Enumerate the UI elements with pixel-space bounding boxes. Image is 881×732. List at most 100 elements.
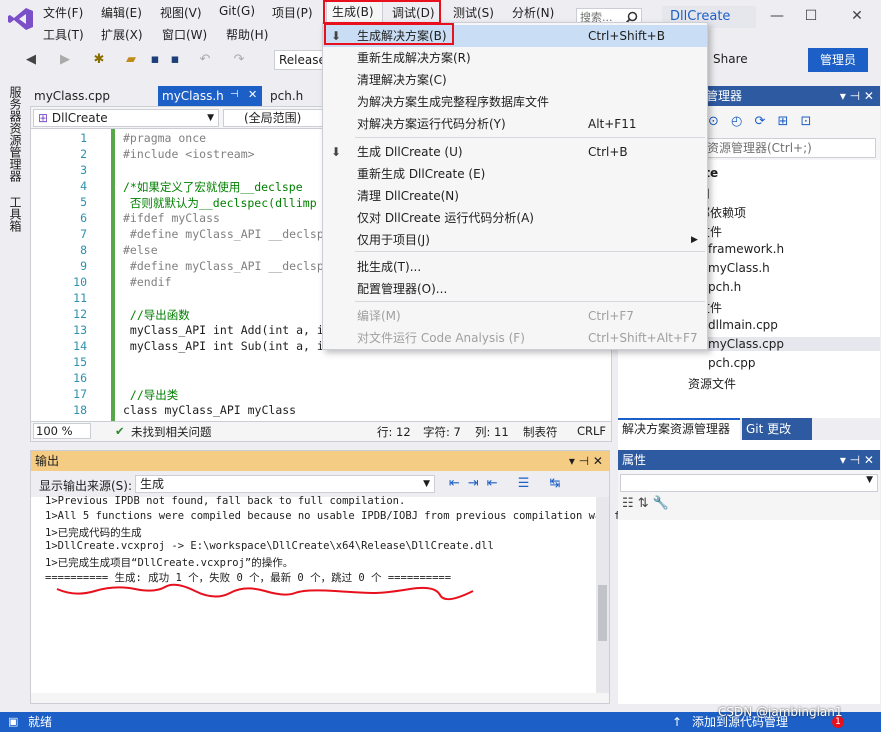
output-line: 1>已完成代码的生成 — [45, 527, 142, 539]
tree-item[interactable]: pch.h — [708, 280, 741, 294]
new-item-icon[interactable]: ✱ — [90, 51, 108, 69]
properties-panel: 属性 ▾ ⊣ ✕ ▼ ☷ ⇅ 🔧 — [618, 450, 880, 704]
pin-icon[interactable]: ⊣ — [230, 89, 239, 100]
tree-item[interactable]: pch.cpp — [708, 356, 755, 370]
code-line: #define myClass_API __declspe — [123, 259, 331, 273]
build-menu-item[interactable]: 清理 DllCreate(N) — [323, 185, 707, 207]
visual-studio-logo-icon — [8, 8, 33, 30]
redo-icon[interactable]: ↷ — [230, 51, 248, 69]
scope-nav-label: (全局范围) — [244, 111, 302, 125]
menu-git[interactable]: Git(G) — [219, 4, 255, 18]
close-icon[interactable]: ✕ — [847, 8, 867, 26]
menu-project[interactable]: 项目(P) — [272, 4, 313, 21]
menu-item-label: 为解决方案生成完整程序数据库文件 — [357, 95, 550, 109]
menu-item-shortcut: Alt+F11 — [588, 117, 637, 131]
output-line: ========== 生成: 成功 1 个，失败 0 个，最新 0 个，跳过 0… — [45, 572, 452, 584]
open-folder-icon[interactable]: ▰ — [122, 51, 140, 69]
menu-item-label: 对文件运行 Code Analysis (F) — [357, 331, 525, 345]
tab-solution-explorer[interactable]: 解决方案资源管理器 — [618, 418, 740, 440]
output-line: 1>All 5 functions were compiled because … — [45, 510, 627, 522]
build-menu-item[interactable]: 仅对 DllCreate 运行代码分析(A) — [323, 207, 707, 229]
menu-window[interactable]: 窗口(W) — [162, 26, 207, 43]
tree-item[interactable]: framework.h — [708, 242, 784, 256]
tree-item[interactable]: dllmain.cpp — [708, 318, 778, 332]
code-line: /*如果定义了宏就使用__declspe — [123, 180, 303, 194]
check-icon: ✔ — [115, 424, 125, 438]
build-menu-item[interactable]: 为解决方案生成完整程序数据库文件 — [323, 91, 707, 113]
build-menu-item[interactable]: 配置管理器(O)... — [323, 278, 707, 300]
maximize-icon[interactable]: ☐ — [801, 8, 821, 26]
scope-nav-combo[interactable]: (全局范围) — [223, 109, 327, 127]
solution-config-combo[interactable]: Release — [274, 50, 326, 70]
panel-close-icon[interactable]: ▾ ⊣ ✕ — [840, 86, 874, 106]
output-scrollbar[interactable] — [596, 497, 609, 693]
watermark: CSDN @jambinglan1 — [718, 705, 843, 719]
tabs-indicator[interactable]: 制表符 — [523, 424, 558, 440]
properties-close-icon[interactable]: ▾ ⊣ ✕ — [840, 450, 874, 470]
build-menu-item[interactable]: 编译(M) Ctrl+F7 — [323, 305, 707, 327]
column-indicator: 列: 11 — [475, 425, 509, 439]
tab-myclass-h[interactable]: myClass.h — [158, 86, 262, 106]
line-number: 8 — [80, 243, 87, 257]
menu-edit[interactable]: 编辑(E) — [101, 4, 142, 21]
line-number: 15 — [73, 355, 87, 369]
arrow-up-icon: ↑ — [672, 715, 683, 729]
server-explorer-tab[interactable]: 服务器资源管理器 — [7, 86, 24, 182]
build-menu-item[interactable]: 重新生成解决方案(R) — [323, 47, 707, 69]
menu-file[interactable]: 文件(F) — [43, 4, 83, 21]
save-all-icon[interactable]: ▪ — [166, 51, 184, 69]
properties-object-select[interactable]: ▼ — [620, 474, 878, 492]
code-line: //导出函数 — [123, 308, 190, 322]
tab-pch-h[interactable]: pch.h — [266, 86, 330, 106]
output-source-select[interactable]: 生成 ▼ — [135, 475, 435, 493]
menu-help[interactable]: 帮助(H) — [226, 26, 268, 43]
output-text-area[interactable]: 1>Previous IPDB not found, fall back to … — [31, 495, 627, 693]
undo-icon[interactable]: ↶ — [196, 51, 214, 69]
build-menu-item[interactable]: ⬇ 生成 DllCreate (U) Ctrl+B — [323, 141, 707, 163]
solution-search-input[interactable]: 资源管理器(Ctrl+;) — [704, 138, 876, 158]
output-close-icon[interactable]: ▾ ⊣ ✕ — [569, 451, 603, 471]
eol-indicator[interactable]: CRLF — [577, 424, 606, 438]
menu-test[interactable]: 测试(S) — [453, 4, 494, 21]
minimize-icon[interactable]: — — [767, 8, 787, 26]
properties-grid — [618, 520, 880, 704]
properties-title: 属性 ▾ ⊣ ✕ — [618, 450, 880, 470]
code-line: myClass_API int Add(int a, in — [123, 323, 331, 337]
char-indicator: 字符: 7 — [423, 425, 461, 439]
tab-git-changes[interactable]: Git 更改 — [742, 418, 812, 440]
notification-badge[interactable]: 1 — [832, 716, 844, 728]
forward-icon[interactable]: ▶ — [56, 51, 74, 69]
back-icon[interactable]: ◀ — [22, 51, 40, 69]
line-number: 2 — [80, 147, 87, 161]
build-menu-item[interactable]: 批生成(T)... — [323, 256, 707, 278]
zoom-combo[interactable]: 100 % — [33, 423, 91, 439]
tree-item[interactable]: myClass.h — [708, 261, 770, 275]
properties-toolbar[interactable]: ☷ ⇅ 🔧 — [622, 496, 669, 511]
build-menu-item[interactable]: 重新生成 DllCreate (E) — [323, 163, 707, 185]
menu-item-label: 编译(M) — [357, 309, 401, 323]
output-toolbar-icons[interactable]: ⇤⇥⇤ ☰ ↹ — [449, 476, 569, 491]
menu-tools[interactable]: 工具(T) — [43, 26, 84, 43]
output-panel: 输出 ▾ ⊣ ✕ 显示输出来源(S): 生成 ▼ ⇤⇥⇤ ☰ ↹ 1>Previ… — [30, 450, 627, 704]
build-menu-item[interactable]: 对解决方案运行代码分析(Y) Alt+F11 — [323, 113, 707, 135]
tab-myclass-cpp[interactable]: myClass.cpp — [30, 86, 152, 106]
menu-item-shortcut: Ctrl+B — [588, 145, 628, 159]
code-line: #pragma once — [123, 131, 207, 145]
save-icon[interactable]: ▪ — [146, 51, 164, 69]
menu-extensions[interactable]: 扩展(X) — [101, 26, 143, 43]
menu-view[interactable]: 视图(V) — [160, 4, 202, 21]
share-button[interactable]: Share — [713, 52, 748, 66]
build-menu-item[interactable]: 仅用于项目(J) ▶ — [323, 229, 707, 251]
admin-badge: 管理员 — [808, 48, 868, 72]
tree-item[interactable]: myClass.cpp — [708, 337, 880, 351]
close-tab-icon[interactable]: ✕ — [248, 88, 257, 101]
build-menu-item[interactable]: 清理解决方案(C) — [323, 69, 707, 91]
issues-text[interactable]: 未找到相关问题 — [131, 424, 212, 440]
menu-analyze[interactable]: 分析(N) — [512, 4, 554, 21]
toolbox-tab[interactable]: 工具箱 — [7, 196, 24, 232]
build-menu-item[interactable]: 对文件运行 Code Analysis (F) Ctrl+Shift+Alt+F7 — [323, 327, 707, 349]
project-nav-combo[interactable]: ⊞ DllCreate ▼ — [33, 109, 219, 127]
code-line: #include <iostream> — [123, 147, 255, 161]
line-number: 7 — [80, 227, 87, 241]
tree-item[interactable]: 资源文件 — [688, 375, 736, 392]
